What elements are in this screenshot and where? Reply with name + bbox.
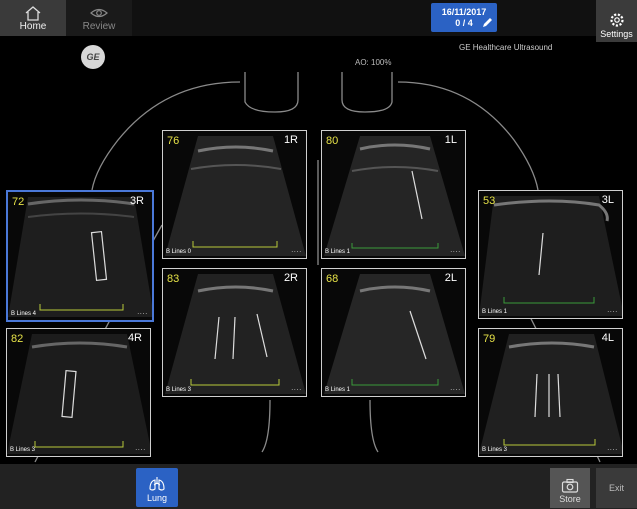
tile-b-lines: B Lines 0 (166, 249, 192, 255)
exit-label: Exit (608, 483, 624, 493)
tile-b-lines: B Lines 1 (482, 309, 508, 315)
exit-button[interactable]: Exit (596, 468, 637, 508)
scan-tile-1l[interactable]: 80 1L B Lines 1 .... (321, 130, 466, 259)
tile-page-dots: .... (135, 446, 146, 452)
ultrasound-image (324, 136, 465, 256)
store-button[interactable]: Store (550, 468, 590, 508)
tile-b-lines: B Lines 1 (325, 387, 351, 393)
tile-b-lines: B Lines 3 (10, 447, 36, 453)
camera-icon (561, 478, 579, 493)
tile-score: 82 (11, 333, 24, 345)
tile-zone: 3R (129, 195, 144, 207)
scan-tile-4r[interactable]: 82 4R B Lines 3 .... (6, 328, 151, 457)
bottom-bar (0, 464, 637, 509)
ultrasound-image (324, 274, 465, 394)
tile-b-lines: B Lines 3 (166, 387, 192, 393)
tile-b-lines: B Lines 3 (482, 447, 508, 453)
tile-score: 76 (167, 135, 180, 147)
tile-zone: 3L (601, 194, 614, 206)
store-label: Store (559, 494, 581, 504)
tile-page-dots: .... (607, 446, 618, 452)
tile-score: 53 (483, 195, 496, 207)
tile-page-dots: .... (450, 386, 461, 392)
ultrasound-image (479, 196, 622, 316)
tile-zone: 1L (444, 134, 457, 146)
tile-page-dots: .... (291, 386, 302, 392)
tile-score: 79 (483, 333, 496, 345)
tile-page-dots: .... (450, 248, 461, 254)
ultrasound-image (165, 274, 306, 394)
tile-zone: 4R (127, 332, 142, 344)
tile-page-dots: .... (607, 308, 618, 314)
scan-tile-3l[interactable]: 53 3L B Lines 1 .... (478, 190, 623, 319)
ultrasound-image (165, 136, 306, 256)
scan-tile-2r[interactable]: 83 2R B Lines 3 .... (162, 268, 307, 397)
ultrasound-image (7, 334, 150, 454)
tile-b-lines: B Lines 4 (11, 311, 37, 317)
tile-page-dots: .... (137, 310, 148, 316)
tile-score: 72 (12, 196, 25, 208)
tile-score: 83 (167, 273, 180, 285)
ultrasound-image (479, 334, 622, 454)
scan-tile-3r[interactable]: 72 3R B Lines 4 .... (6, 190, 154, 322)
lung-label: Lung (146, 493, 168, 503)
tile-zone: 2L (444, 272, 457, 284)
lung-mode-button[interactable]: Lung (136, 468, 178, 507)
tile-b-lines: B Lines 1 (325, 249, 351, 255)
ultrasound-image (8, 197, 152, 317)
tile-page-dots: .... (291, 248, 302, 254)
scan-tile-1r[interactable]: 76 1R B Lines 0 .... (162, 130, 307, 259)
lung-icon (149, 477, 165, 491)
tile-score: 80 (326, 135, 339, 147)
tile-zone: 1R (283, 134, 298, 146)
tile-zone: 4L (601, 332, 614, 344)
tile-score: 68 (326, 273, 339, 285)
scan-tile-2l[interactable]: 68 2L B Lines 1 .... (321, 268, 466, 397)
tile-zone: 2R (283, 272, 298, 284)
scan-tile-4l[interactable]: 79 4L B Lines 3 .... (478, 328, 623, 457)
